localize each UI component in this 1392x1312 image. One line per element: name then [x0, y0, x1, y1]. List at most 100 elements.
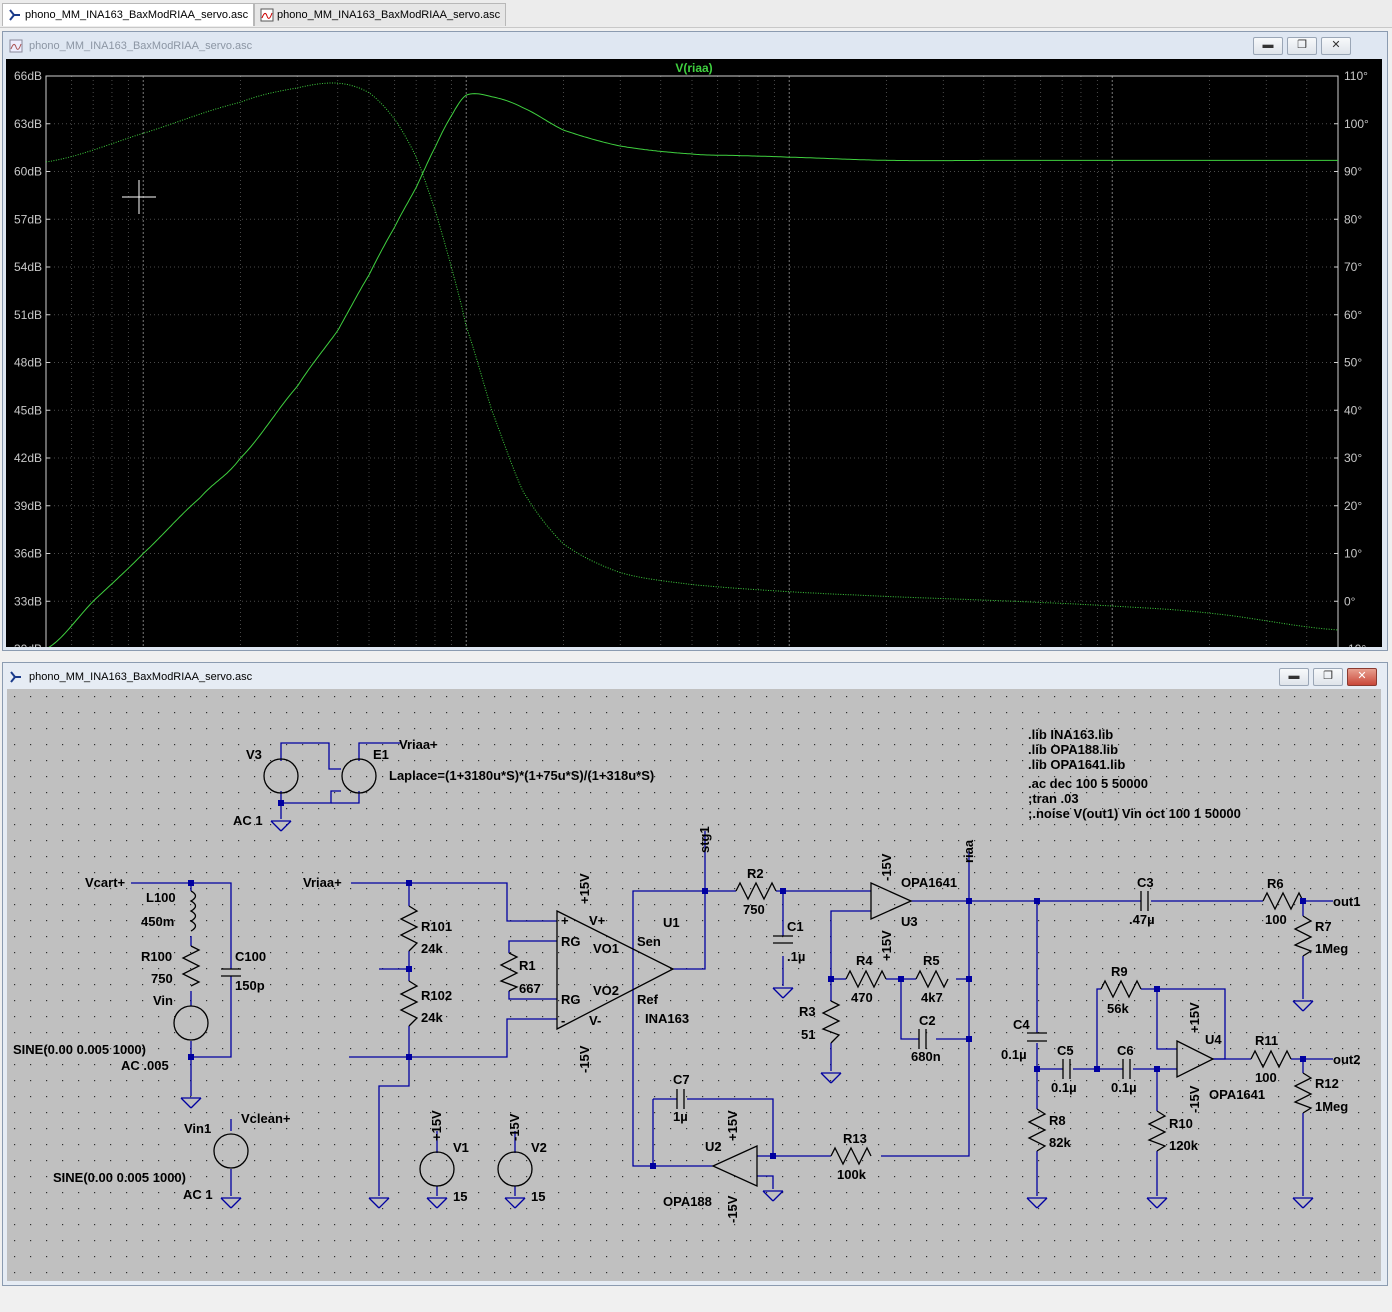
- net-out2: out2: [1333, 1052, 1360, 1067]
- pin-ref: Ref: [637, 992, 659, 1007]
- directive-lib-opa1641: .lib OPA1641.lib: [1028, 757, 1125, 772]
- bode-plot[interactable]: V(riaa) 66dB 63dB 60dB 57dB 54dB 51dB 48dB 45dB…: [6, 59, 1382, 647]
- status-bar: [0, 1288, 1392, 1312]
- net-stg1: stg1: [697, 826, 712, 853]
- label-r3: R3: [799, 1004, 816, 1019]
- y-tick-label-right: 70°: [1344, 260, 1362, 274]
- label-u1: U1: [663, 915, 680, 930]
- value-r4: 470: [851, 990, 873, 1005]
- value-c2: 680n: [911, 1049, 941, 1064]
- schematic-window: phono_MM_INA163_BaxModRIAA_servo.asc ▬ ❐…: [2, 662, 1388, 1286]
- u4-plus15: +15V: [1187, 1002, 1202, 1033]
- label-r12: R12: [1315, 1076, 1339, 1091]
- label-c6: C6: [1117, 1043, 1134, 1058]
- net-vriaa-1: Vriaa+: [399, 737, 438, 752]
- label-c100: C100: [235, 949, 266, 964]
- label-c4: C4: [1013, 1017, 1030, 1032]
- e1-laplace: Laplace=(1+3180u*S)*(1+75u*S)/(1+318u*S): [389, 768, 654, 783]
- value-r10: 120k: [1169, 1138, 1199, 1153]
- value-r2: 750: [743, 902, 765, 917]
- vin-ac: AC .005: [121, 1058, 169, 1073]
- pin-rg-top: RG: [561, 934, 581, 949]
- label-opa1641-u4: OPA1641: [1209, 1087, 1265, 1102]
- minimize-button[interactable]: ▬: [1279, 668, 1309, 686]
- y-tick-label-left: 51dB: [14, 308, 42, 322]
- value-c6: 0.1µ: [1111, 1080, 1137, 1095]
- y-tick-label-left: 39dB: [14, 499, 42, 513]
- y-tick-label-left: 63dB: [14, 117, 42, 131]
- u2-plus15: +15V: [725, 1110, 740, 1141]
- net-v2: -15V: [507, 1113, 522, 1141]
- y-tick-label-right: 50°: [1344, 356, 1362, 370]
- y-tick-label-right: -10°: [1344, 642, 1366, 647]
- y-tick-label-right: 30°: [1344, 451, 1362, 465]
- y-tick-label-left: 66dB: [14, 69, 42, 83]
- minimize-button[interactable]: ▬: [1253, 37, 1283, 55]
- value-r5: 4k7: [921, 990, 943, 1005]
- waveform-window-titlebar[interactable]: phono_MM_INA163_BaxModRIAA_servo.asc: [3, 32, 1387, 60]
- value-v2: 15: [531, 1189, 545, 1204]
- document-tab-bar: phono_MM_INA163_BaxModRIAA_servo.asc pho…: [0, 0, 1392, 28]
- y-tick-label-left: 33dB: [14, 594, 42, 608]
- y-tick-label-left: 60dB: [14, 165, 42, 179]
- u1-plus15: +15V: [577, 873, 592, 904]
- label-e1: E1: [373, 747, 389, 762]
- label-ac1: AC 1: [233, 813, 263, 828]
- close-button[interactable]: ✕: [1347, 668, 1377, 686]
- tab-waveform-label: phono_MM_INA163_BaxModRIAA_servo.asc: [277, 9, 501, 21]
- tab-waveform[interactable]: phono_MM_INA163_BaxModRIAA_servo.asc: [254, 3, 506, 26]
- pin-vminus: V-: [589, 1013, 601, 1028]
- u2-minus15: -15V: [725, 1195, 740, 1223]
- directive-tran: ;tran .03: [1028, 791, 1079, 806]
- value-r8: 82k: [1049, 1135, 1071, 1150]
- y-tick-label-left: 57dB: [14, 212, 42, 226]
- pin-rg-bot: RG: [561, 992, 581, 1007]
- directive-lib-ina163: .lib INA163.lib: [1028, 727, 1113, 742]
- label-c7: C7: [673, 1072, 690, 1087]
- y-tick-label-left: 36dB: [14, 547, 42, 561]
- value-c5: 0.1µ: [1051, 1080, 1077, 1095]
- restore-button[interactable]: ❐: [1287, 37, 1317, 55]
- directive-noise: ;.noise V(out1) Vin oct 100 1 50000: [1028, 806, 1241, 821]
- label-r5: R5: [923, 953, 940, 968]
- close-button[interactable]: ✕: [1321, 37, 1351, 55]
- net-riaa: riaa: [961, 839, 976, 863]
- plot-title[interactable]: V(riaa): [675, 61, 712, 75]
- label-r7: R7: [1315, 919, 1332, 934]
- y-tick-label-right: 110°: [1344, 69, 1368, 83]
- value-r102: 24k: [421, 1010, 443, 1025]
- net-vclean: Vclean+: [241, 1111, 291, 1126]
- y-tick-label-right: 20°: [1344, 499, 1362, 513]
- y-tick-label-right: 10°: [1344, 547, 1362, 561]
- y-tick-label-left: 30dB: [14, 642, 42, 647]
- label-r100: R100: [141, 949, 172, 964]
- plot-background: [6, 59, 1382, 647]
- value-r1: 667: [519, 981, 541, 996]
- label-r11: R11: [1255, 1033, 1278, 1048]
- schematic-canvas[interactable]: .lib INA163.lib .lib OPA188.lib .lib OPA…: [7, 689, 1381, 1281]
- label-r8: R8: [1049, 1113, 1066, 1128]
- restore-button[interactable]: ❐: [1313, 668, 1343, 686]
- tab-schematic[interactable]: phono_MM_INA163_BaxModRIAA_servo.asc: [2, 3, 254, 26]
- schematic-window-titlebar[interactable]: phono_MM_INA163_BaxModRIAA_servo.asc: [3, 663, 1387, 691]
- label-r9: R9: [1111, 964, 1128, 979]
- y-tick-label-left: 42dB: [14, 451, 42, 465]
- label-u3: U3: [901, 914, 918, 929]
- value-r3: 51: [801, 1027, 815, 1042]
- pin-vplus: V+: [589, 913, 606, 928]
- label-vin1: Vin1: [184, 1121, 211, 1136]
- u1-minus15: -15V: [577, 1045, 592, 1073]
- y-tick-label-right: 40°: [1344, 403, 1362, 417]
- schematic-icon: [9, 9, 20, 21]
- label-c2: C2: [919, 1013, 936, 1028]
- schematic-grid: [7, 689, 1381, 1281]
- label-r101: R101: [421, 919, 452, 934]
- label-l100: L100: [146, 890, 176, 905]
- u3-plus15: +15V: [879, 930, 894, 961]
- label-u4: U4: [1205, 1032, 1222, 1047]
- pin-sen: Sen: [637, 934, 661, 949]
- schematic-icon: [10, 671, 21, 683]
- tab-schematic-label: phono_MM_INA163_BaxModRIAA_servo.asc: [25, 9, 249, 21]
- label-vin: Vin: [153, 993, 173, 1008]
- label-r2: R2: [747, 866, 764, 881]
